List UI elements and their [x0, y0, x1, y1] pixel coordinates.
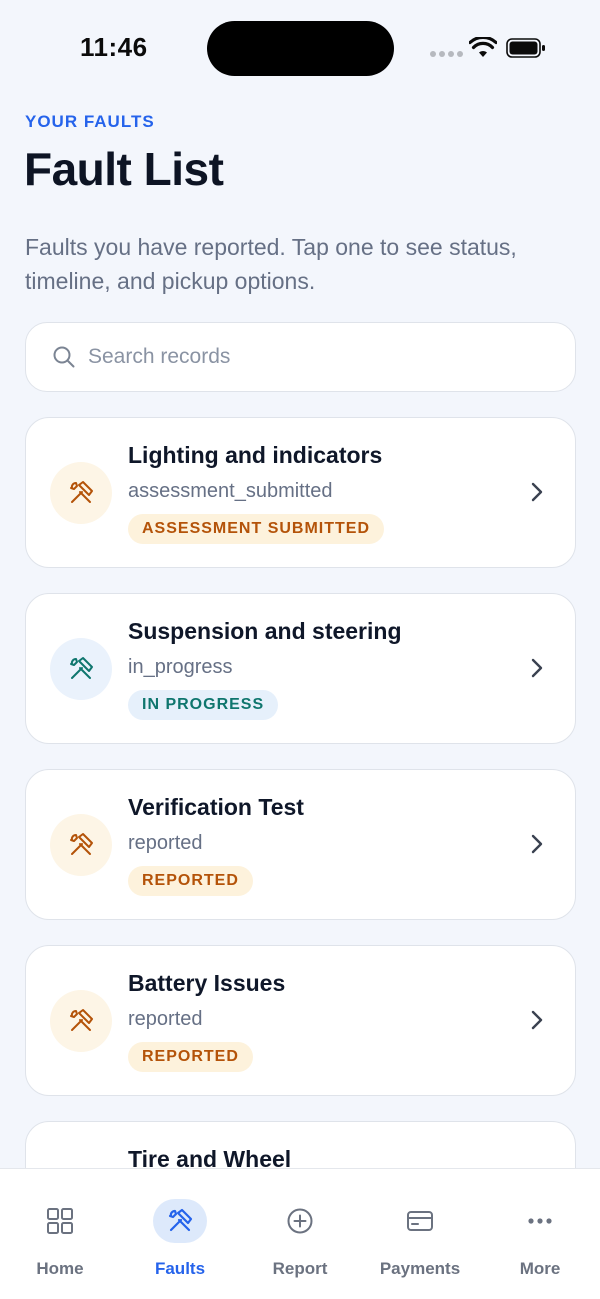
fault-status-code: reported	[128, 832, 203, 854]
tab-home[interactable]: Home	[0, 1169, 120, 1299]
more-icon	[528, 1218, 552, 1224]
fault-title: Verification Test	[128, 794, 304, 820]
tab-label: Payments	[379, 1259, 461, 1278]
battery-icon	[506, 38, 545, 58]
fault-card[interactable]: Battery Issues reported REPORTED	[25, 945, 576, 1096]
fault-icon-container	[50, 814, 112, 876]
tab-label: Faults	[154, 1259, 206, 1278]
status-time: 11:46	[80, 32, 148, 62]
section-eyebrow: YOUR FAULTS	[25, 112, 155, 131]
fault-title: Battery Issues	[128, 970, 286, 996]
tab-bar: Home Faults Report Payments More	[0, 1168, 600, 1299]
page-subtitle: Faults you have reported. Tap one to see…	[25, 234, 517, 294]
tools-icon	[70, 1009, 93, 1031]
fault-icon-container	[50, 638, 112, 700]
fault-status-code: assessment_submitted	[128, 480, 333, 502]
tab-label: Home	[36, 1259, 84, 1278]
tab-label: Report	[272, 1259, 328, 1278]
tab-more[interactable]: More	[480, 1169, 600, 1299]
chevron-right-icon	[531, 658, 543, 678]
fault-card[interactable]: Verification Test reported REPORTED	[25, 769, 576, 920]
chevron-right-icon	[531, 482, 543, 502]
fault-status-code: in_progress	[128, 656, 233, 678]
search-input[interactable]	[88, 345, 528, 369]
search-icon	[53, 346, 75, 368]
page-title: Fault List	[24, 143, 224, 195]
tab-payments[interactable]: Payments	[360, 1169, 480, 1299]
tab-icon-container	[273, 1199, 327, 1243]
tab-report[interactable]: Report	[240, 1169, 360, 1299]
chevron-right-icon	[531, 834, 543, 854]
tools-icon	[70, 833, 93, 855]
fault-icon-container	[50, 990, 112, 1052]
tools-icon	[168, 1208, 193, 1232]
tab-icon-container	[153, 1199, 207, 1243]
fault-card[interactable]: Suspension and steering in_progress IN P…	[25, 593, 576, 744]
tab-label: More	[519, 1259, 561, 1278]
status-badge: ASSESSMENT SUBMITTED	[128, 514, 385, 544]
status-badge: REPORTED	[128, 866, 253, 896]
fault-card[interactable]: Lighting and indicators assessment_submi…	[25, 417, 576, 568]
wifi-icon	[469, 37, 497, 57]
tab-faults[interactable]: Faults	[120, 1169, 240, 1299]
screen: 11:46 YOUR FAULTS Fault List Faults you …	[0, 0, 600, 1299]
tab-icon-container	[513, 1199, 567, 1243]
status-bar: 11:46	[0, 0, 600, 96]
tools-icon	[70, 657, 93, 679]
fault-title: Lighting and indicators	[128, 442, 383, 468]
chevron-right-icon	[531, 1010, 543, 1030]
fault-title: Suspension and steering	[128, 618, 402, 644]
card-icon	[407, 1211, 433, 1231]
search-bar[interactable]	[25, 322, 576, 392]
plus-circle-icon	[287, 1208, 313, 1234]
dynamic-island	[207, 21, 394, 76]
fault-status-code: reported	[128, 1008, 203, 1030]
signal-icon	[430, 51, 463, 57]
tab-icon-container	[33, 1199, 87, 1243]
tools-icon	[70, 481, 93, 503]
status-badge: REPORTED	[128, 1042, 253, 1072]
status-badge: IN PROGRESS	[128, 690, 279, 720]
grid-icon	[47, 1208, 73, 1234]
tab-icon-container	[393, 1199, 447, 1243]
fault-icon-container	[50, 462, 112, 524]
